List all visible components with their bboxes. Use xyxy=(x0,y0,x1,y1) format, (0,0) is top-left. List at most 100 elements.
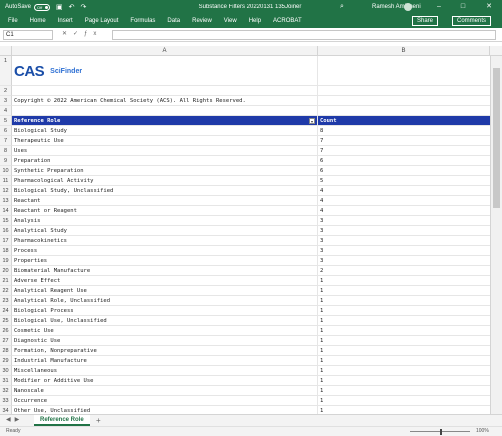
row-number[interactable]: 3 xyxy=(0,96,12,106)
count-cell[interactable]: 1 xyxy=(318,276,490,286)
row-number[interactable]: 6 xyxy=(0,126,12,136)
reference-role-cell[interactable]: Modifier or Additive Use xyxy=(12,376,318,386)
count-cell[interactable]: 5 xyxy=(318,176,490,186)
row-number[interactable]: 31 xyxy=(0,376,12,386)
reference-role-cell[interactable]: Biological Study xyxy=(12,126,318,136)
row-number[interactable]: 11 xyxy=(0,176,12,186)
row-number[interactable]: 33 xyxy=(0,396,12,406)
row-number[interactable]: 14 xyxy=(0,206,12,216)
reference-role-cell[interactable]: Preparation xyxy=(12,156,318,166)
reference-role-cell[interactable]: Analysis xyxy=(12,216,318,226)
column-header-a[interactable]: A xyxy=(12,46,318,56)
search-icon[interactable]: ⌕ xyxy=(340,3,344,11)
count-cell[interactable]: 3 xyxy=(318,246,490,256)
cell-b[interactable] xyxy=(318,86,490,96)
undo-icon[interactable]: ↶ xyxy=(69,3,75,11)
row-number[interactable]: 23 xyxy=(0,296,12,306)
count-cell[interactable]: 1 xyxy=(318,376,490,386)
row-number[interactable]: 19 xyxy=(0,256,12,266)
comments-button[interactable]: Comments xyxy=(452,16,492,26)
tab-formulas[interactable]: Formulas xyxy=(130,18,155,24)
count-cell[interactable]: 1 xyxy=(318,296,490,306)
sheet-grid[interactable]: 1 CAS SciFinder 2 3 Copyright © 2022 Ame… xyxy=(0,56,502,414)
count-cell[interactable]: 1 xyxy=(318,356,490,366)
row-number[interactable]: 20 xyxy=(0,266,12,276)
count-cell[interactable]: 6 xyxy=(318,166,490,176)
tab-help[interactable]: Help xyxy=(249,18,261,24)
count-cell[interactable]: 1 xyxy=(318,396,490,406)
formula-input[interactable] xyxy=(112,30,496,40)
count-cell[interactable]: 1 xyxy=(318,386,490,396)
row-number[interactable]: 2 xyxy=(0,86,12,96)
count-cell[interactable]: 4 xyxy=(318,186,490,196)
count-cell[interactable]: 8 xyxy=(318,126,490,136)
reference-role-cell[interactable]: Reactant or Reagent xyxy=(12,206,318,216)
row-number[interactable]: 21 xyxy=(0,276,12,286)
zoom-level[interactable]: 100% xyxy=(476,428,489,434)
filter-dropdown-icon[interactable] xyxy=(309,118,315,124)
row-number[interactable]: 22 xyxy=(0,286,12,296)
reference-role-cell[interactable]: Pharmacological Activity xyxy=(12,176,318,186)
reference-role-cell[interactable]: Process xyxy=(12,246,318,256)
redo-icon[interactable]: ↷ xyxy=(81,3,87,11)
cell-a[interactable] xyxy=(12,106,318,116)
vertical-scrollbar[interactable] xyxy=(490,56,502,414)
reference-role-cell[interactable]: Biological Process xyxy=(12,306,318,316)
count-cell[interactable]: 7 xyxy=(318,146,490,156)
row-number[interactable]: 17 xyxy=(0,236,12,246)
reference-role-cell[interactable]: Synthetic Preparation xyxy=(12,166,318,176)
count-cell[interactable]: 4 xyxy=(318,196,490,206)
row-number[interactable]: 10 xyxy=(0,166,12,176)
close-button[interactable]: ✕ xyxy=(480,0,498,14)
header-reference-role[interactable]: Reference Role xyxy=(12,116,318,126)
row-number[interactable]: 18 xyxy=(0,246,12,256)
name-box[interactable]: C1 xyxy=(3,30,53,40)
select-all-corner[interactable] xyxy=(0,46,12,56)
row-number[interactable]: 1 xyxy=(0,56,12,86)
count-cell[interactable]: 3 xyxy=(318,256,490,266)
row-number[interactable]: 16 xyxy=(0,226,12,236)
count-cell[interactable]: 1 xyxy=(318,286,490,296)
tab-insert[interactable]: Insert xyxy=(58,18,73,24)
share-button[interactable]: Share xyxy=(412,16,439,26)
count-cell[interactable]: 3 xyxy=(318,226,490,236)
reference-role-cell[interactable]: Other Use, Unclassified xyxy=(12,406,318,414)
cell-b[interactable] xyxy=(318,106,490,116)
row-number[interactable]: 32 xyxy=(0,386,12,396)
row-number[interactable]: 34 xyxy=(0,406,12,414)
count-cell[interactable]: 1 xyxy=(318,306,490,316)
reference-role-cell[interactable]: Nanoscale xyxy=(12,386,318,396)
tab-view[interactable]: View xyxy=(224,18,237,24)
cell-b[interactable] xyxy=(318,96,490,106)
count-cell[interactable]: 6 xyxy=(318,156,490,166)
count-cell[interactable]: 1 xyxy=(318,326,490,336)
reference-role-cell[interactable]: Properties xyxy=(12,256,318,266)
copyright-cell[interactable]: Copyright © 2022 American Chemical Socie… xyxy=(12,96,318,106)
row-number[interactable]: 12 xyxy=(0,186,12,196)
row-number[interactable]: 9 xyxy=(0,156,12,166)
reference-role-cell[interactable]: Occurrence xyxy=(12,396,318,406)
maximize-button[interactable]: □ xyxy=(454,0,472,14)
count-cell[interactable]: 1 xyxy=(318,406,490,414)
zoom-slider-handle[interactable] xyxy=(440,429,442,435)
sheet-tab-reference-role[interactable]: Reference Role xyxy=(34,415,90,426)
tab-home[interactable]: Home xyxy=(30,18,46,24)
add-sheet-button[interactable]: + xyxy=(96,415,101,426)
reference-role-cell[interactable]: Miscellaneous xyxy=(12,366,318,376)
avatar[interactable] xyxy=(404,3,412,11)
reference-role-cell[interactable]: Biological Use, Unclassified xyxy=(12,316,318,326)
count-cell[interactable]: 1 xyxy=(318,346,490,356)
autosave-toggle[interactable]: Off xyxy=(34,3,51,11)
count-cell[interactable]: 7 xyxy=(318,136,490,146)
sheet-nav-arrows-icon[interactable]: ◀▶ xyxy=(6,416,23,423)
reference-role-cell[interactable]: Therapeutic Use xyxy=(12,136,318,146)
reference-role-cell[interactable]: Analytical Role, Unclassified xyxy=(12,296,318,306)
count-cell[interactable]: 1 xyxy=(318,316,490,326)
count-cell[interactable]: 2 xyxy=(318,266,490,276)
reference-role-cell[interactable]: Analytical Study xyxy=(12,226,318,236)
column-header-b[interactable]: B xyxy=(318,46,490,56)
tab-acrobat[interactable]: ACROBAT xyxy=(273,18,302,24)
tab-data[interactable]: Data xyxy=(167,18,180,24)
reference-role-cell[interactable]: Analytical Reagent Use xyxy=(12,286,318,296)
reference-role-cell[interactable]: Cosmetic Use xyxy=(12,326,318,336)
